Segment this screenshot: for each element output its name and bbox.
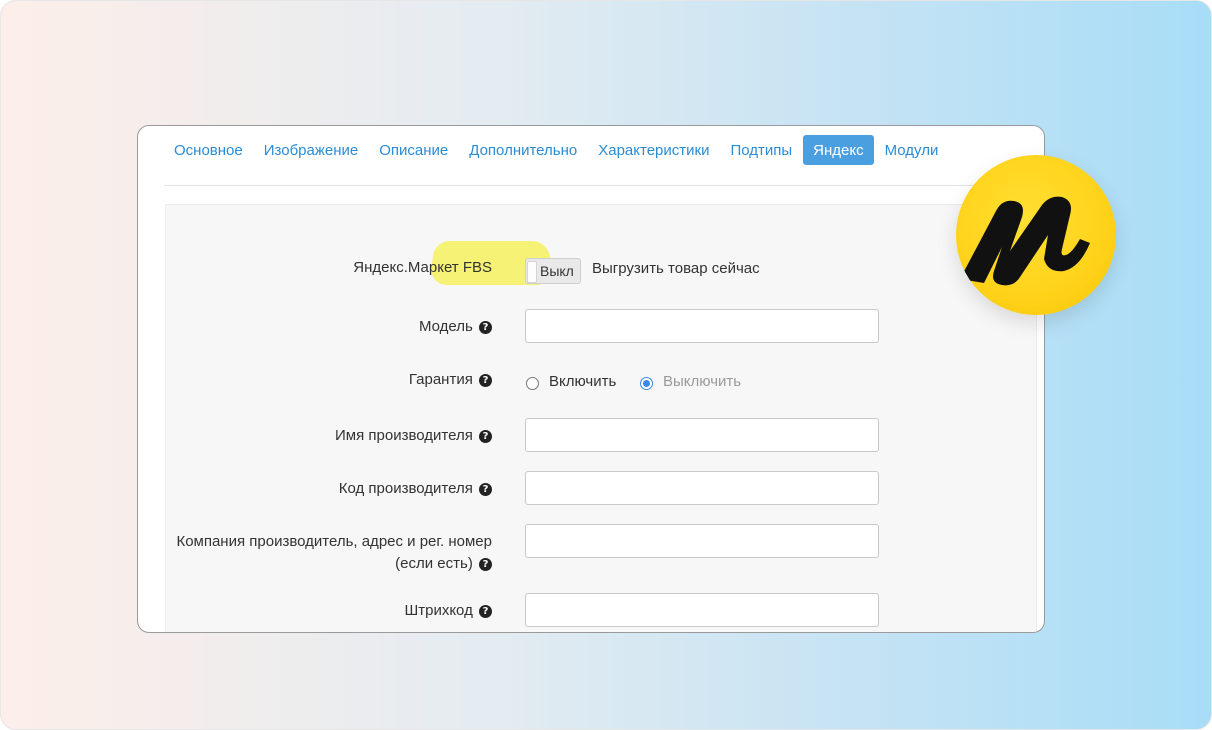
model-label-text: Модель bbox=[418, 318, 473, 335]
barcode-label-text: Штрихкод bbox=[404, 602, 473, 619]
manufacturer-code-input[interactable] bbox=[525, 471, 879, 505]
background-frame: Основное Изображение Описание Дополнител… bbox=[0, 0, 1212, 730]
barcode-input[interactable] bbox=[525, 593, 879, 627]
warranty-disable-label[interactable]: Выключить bbox=[663, 373, 741, 390]
fbs-toggle[interactable]: Выкл bbox=[525, 258, 581, 284]
tab-image[interactable]: Изображение bbox=[254, 135, 369, 165]
product-edit-card: Основное Изображение Описание Дополнител… bbox=[137, 125, 1045, 633]
question-circle-icon[interactable]: ? bbox=[479, 430, 492, 443]
warranty-disable-radio[interactable] bbox=[640, 377, 653, 390]
question-circle-icon[interactable]: ? bbox=[479, 374, 492, 387]
tab-yandex[interactable]: Яндекс bbox=[803, 135, 874, 165]
manufacturer-name-input[interactable] bbox=[525, 418, 879, 452]
manufacturer-code-label: Код производителя ? bbox=[339, 478, 492, 500]
toggle-knob[interactable] bbox=[527, 261, 537, 283]
manufacturer-company-input[interactable] bbox=[525, 524, 879, 558]
question-circle-icon[interactable]: ? bbox=[479, 558, 492, 571]
manufacturer-company-label-text: Компания производитель, адрес и рег. ном… bbox=[176, 533, 492, 572]
yandex-market-logo bbox=[956, 155, 1116, 315]
toggle-state: Выкл bbox=[540, 263, 574, 279]
question-circle-icon[interactable]: ? bbox=[479, 483, 492, 496]
tab-characteristics[interactable]: Характеристики bbox=[588, 135, 719, 165]
yandex-market-m-icon bbox=[960, 196, 1090, 286]
tab-subtypes[interactable]: Подтипы bbox=[720, 135, 802, 165]
yandex-settings-panel: Яндекс.Маркет FBS Выкл Выгрузить товар с… bbox=[165, 204, 1037, 632]
model-input[interactable] bbox=[525, 309, 879, 343]
tab-modules[interactable]: Модули bbox=[875, 135, 949, 165]
question-circle-icon[interactable]: ? bbox=[479, 605, 492, 618]
warranty-label-text: Гарантия bbox=[408, 371, 473, 388]
upload-now-caption: Выгрузить товар сейчас bbox=[592, 260, 760, 277]
manufacturer-company-label: Компания производитель, адрес и рег. ном… bbox=[172, 531, 492, 575]
warranty-label: Гарантия ? bbox=[409, 369, 492, 391]
tab-basic[interactable]: Основное bbox=[164, 135, 253, 165]
warranty-enable-radio[interactable] bbox=[526, 377, 539, 390]
question-circle-icon[interactable]: ? bbox=[479, 321, 492, 334]
manufacturer-code-label-text: Код производителя bbox=[338, 480, 473, 497]
tab-bar: Основное Изображение Описание Дополнител… bbox=[164, 135, 1018, 186]
manufacturer-name-label-text: Имя производителя bbox=[335, 427, 473, 444]
fbs-label: Яндекс.Маркет FBS bbox=[353, 259, 492, 276]
barcode-label: Штрихкод ? bbox=[404, 600, 492, 622]
tab-additional[interactable]: Дополнительно bbox=[459, 135, 587, 165]
model-label: Модель ? bbox=[419, 316, 492, 338]
warranty-enable-label[interactable]: Включить bbox=[549, 373, 616, 390]
tab-description[interactable]: Описание bbox=[369, 135, 458, 165]
manufacturer-name-label: Имя производителя ? bbox=[335, 425, 492, 447]
